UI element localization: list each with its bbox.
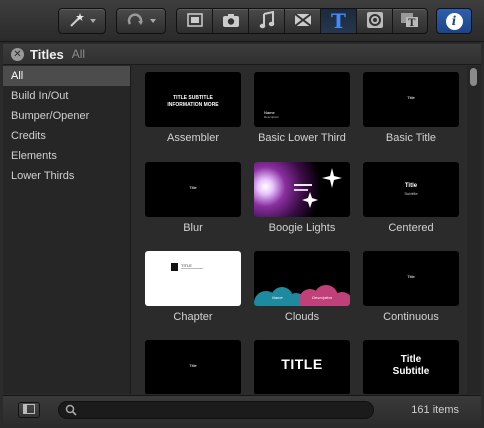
thumbnail: TITLE bbox=[145, 251, 241, 306]
titles-button[interactable]: T bbox=[321, 9, 357, 33]
thumbnail: Title Subtitle bbox=[363, 162, 459, 217]
tile-label: Clouds bbox=[284, 311, 320, 323]
title-tile[interactable]: Title bbox=[145, 340, 243, 394]
title-tile[interactable]: TITLE bbox=[254, 340, 352, 394]
titles-T-icon: T bbox=[331, 9, 346, 33]
tile-label: Chapter bbox=[173, 311, 213, 323]
search-icon bbox=[65, 404, 77, 419]
title-tile[interactable]: Title Subtitle bbox=[363, 340, 461, 394]
search-field[interactable] bbox=[58, 401, 374, 419]
thumb-text: Subtitle bbox=[404, 191, 418, 196]
film-strip-icon bbox=[186, 12, 204, 31]
thumb-text: Description bbox=[312, 295, 333, 300]
browser-footer: 161 items bbox=[3, 395, 481, 425]
thumbnail bbox=[254, 162, 350, 217]
sidebar-item-build-in-out[interactable]: Build In/Out bbox=[3, 86, 130, 106]
magic-wand-button[interactable] bbox=[58, 8, 106, 34]
themes-button[interactable]: T bbox=[393, 9, 427, 33]
title-tile-boogie-lights[interactable]: Boogie Lights bbox=[254, 162, 352, 242]
tile-label: Continuous bbox=[383, 311, 439, 323]
thumb-text: Title bbox=[400, 354, 422, 365]
thumbnail: Name Description bbox=[254, 72, 350, 127]
title-tile-chapter[interactable]: TITLE Chapter bbox=[145, 251, 243, 331]
thumb-text: Title bbox=[189, 185, 197, 190]
title-tile-continuous[interactable]: Title Continuous bbox=[363, 251, 461, 331]
titles-grid: TITLE SUBTITLE INFORMATION MORE Assemble… bbox=[132, 66, 466, 394]
music-button[interactable] bbox=[249, 9, 285, 33]
info-icon: i bbox=[445, 12, 463, 30]
thumb-text: Description bbox=[264, 115, 280, 119]
thumb-text: Title bbox=[404, 183, 418, 189]
vertical-scrollbar[interactable] bbox=[467, 66, 481, 394]
chapter-marker bbox=[171, 263, 178, 271]
magic-wand-icon bbox=[68, 12, 86, 31]
browser-header: ✕ Titles All bbox=[3, 44, 481, 65]
title-tile-blur[interactable]: Title Blur bbox=[145, 162, 243, 242]
thumbnail: Title bbox=[363, 251, 459, 306]
title-tile-basic-lower-third[interactable]: Name Description Basic Lower Third bbox=[254, 72, 352, 152]
thumb-text: Name bbox=[272, 295, 283, 300]
camera-button[interactable] bbox=[213, 9, 249, 33]
tile-label: Basic Lower Third bbox=[258, 132, 346, 144]
title-tile-centered[interactable]: Title Subtitle Centered bbox=[363, 162, 461, 242]
thumbnail: TITLE bbox=[254, 340, 350, 394]
divider bbox=[181, 268, 203, 269]
transitions-button[interactable] bbox=[285, 9, 321, 33]
thumb-text: Title bbox=[407, 274, 415, 279]
clouds-graphic bbox=[254, 285, 350, 306]
undo-menu[interactable] bbox=[117, 9, 165, 33]
undo-button[interactable] bbox=[116, 8, 166, 34]
sidebar-item-elements[interactable]: Elements bbox=[3, 146, 130, 166]
search-input[interactable] bbox=[81, 403, 369, 417]
sidebar-item-all[interactable]: All bbox=[3, 66, 130, 86]
chevron-down-icon bbox=[90, 19, 96, 23]
thumb-text: TITLE SUBTITLE bbox=[173, 95, 213, 101]
sidebar-item-lower-thirds[interactable]: Lower Thirds bbox=[3, 166, 130, 186]
sidebar-toggle-icon bbox=[23, 403, 35, 417]
undo-arrow-icon bbox=[126, 12, 146, 31]
generators-button[interactable] bbox=[357, 9, 393, 33]
category-sidebar: All Build In/Out Bumper/Opener Credits E… bbox=[3, 66, 131, 394]
thumbnail: TITLE SUBTITLE INFORMATION MORE bbox=[145, 72, 241, 127]
tile-label: Assembler bbox=[167, 132, 219, 144]
chevron-down-icon bbox=[150, 19, 156, 23]
title-tile-assembler[interactable]: TITLE SUBTITLE INFORMATION MORE Assemble… bbox=[145, 72, 243, 152]
thumbnail: Title Subtitle bbox=[363, 340, 459, 394]
browser-segment: T T bbox=[176, 8, 428, 34]
sidebar-item-credits[interactable]: Credits bbox=[3, 126, 130, 146]
themes-icon: T bbox=[400, 11, 420, 32]
breadcrumb: All bbox=[71, 47, 86, 61]
title-tile-clouds[interactable]: Name Description Clouds bbox=[254, 251, 352, 331]
sidebar-item-bumper-opener[interactable]: Bumper/Opener bbox=[3, 106, 130, 126]
thumbnail: Title bbox=[145, 340, 241, 394]
close-icon[interactable]: ✕ bbox=[11, 47, 24, 61]
photos-button[interactable] bbox=[177, 9, 213, 33]
info-button[interactable]: i bbox=[436, 8, 472, 34]
svg-text:T: T bbox=[408, 18, 416, 29]
scrollbar-thumb[interactable] bbox=[470, 68, 477, 86]
item-count: 161 items bbox=[411, 404, 459, 416]
page-title: Titles bbox=[30, 46, 64, 62]
generators-icon bbox=[366, 11, 384, 32]
tile-label: Blur bbox=[183, 222, 203, 234]
tile-label: Basic Title bbox=[385, 132, 437, 144]
music-note-icon bbox=[259, 10, 275, 32]
thumb-text: TITLE bbox=[281, 356, 323, 372]
sidebar-toggle-button[interactable] bbox=[18, 402, 40, 418]
toolbar: T T i bbox=[0, 0, 484, 42]
thumb-text: INFORMATION MORE bbox=[167, 102, 219, 108]
thumb-text: Title bbox=[189, 363, 197, 368]
thumbnail: Title bbox=[363, 72, 459, 127]
thumbnail: Name Description bbox=[254, 251, 350, 306]
title-tile-basic-title[interactable]: Title Basic Title bbox=[363, 72, 461, 152]
tile-label: Boogie Lights bbox=[268, 222, 336, 234]
sparkle-icon bbox=[294, 168, 342, 208]
magic-wand-menu[interactable] bbox=[59, 9, 105, 33]
transitions-icon bbox=[293, 12, 312, 31]
camera-icon bbox=[222, 12, 240, 31]
tile-label: Centered bbox=[388, 222, 434, 234]
thumb-text: Subtitle bbox=[392, 366, 430, 377]
thumbnail: Title bbox=[145, 162, 241, 217]
thumb-text: Title bbox=[407, 95, 415, 100]
